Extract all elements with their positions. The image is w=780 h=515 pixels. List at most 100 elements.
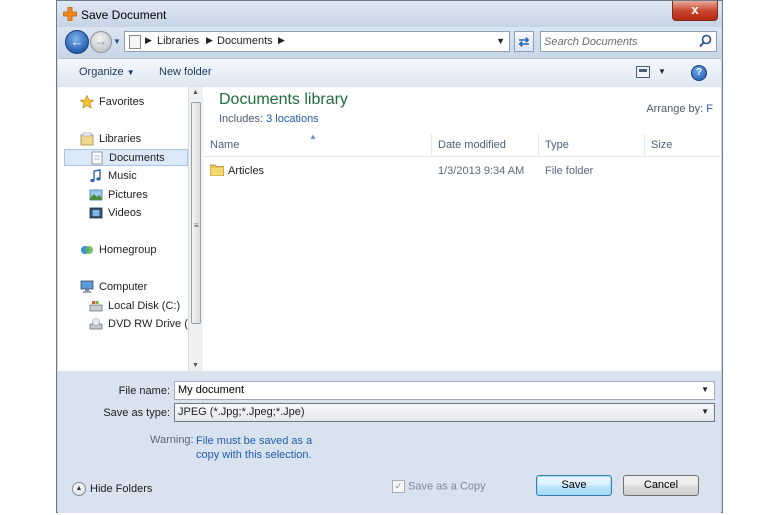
cancel-button[interactable]: Cancel [623,475,699,496]
arrange-by: Arrange by: F [646,103,713,115]
search-input[interactable] [544,34,692,49]
arrange-by-link[interactable]: F [706,103,713,115]
document-icon [91,151,103,165]
library-title: Documents library [219,91,348,108]
sidebar-item-libraries[interactable]: Libraries [80,131,141,148]
sidebar-item-computer[interactable]: Computer [80,279,147,296]
column-divider[interactable] [431,134,432,156]
library-icon [80,132,94,146]
chevron-down-icon: ▼ [126,68,135,77]
folder-icon [210,164,224,176]
hard-drive-icon [89,301,103,312]
save-as-type-select[interactable]: JPEG (*.Jpg;*.Jpeg;*.Jpe) ▼ [174,403,715,422]
file-type: File folder [545,165,594,177]
sidebar-item-documents[interactable]: Documents [64,149,188,166]
sidebar-item-label: Computer [99,281,148,293]
window-title: Save Document [81,8,167,22]
address-dropdown-icon[interactable]: ▼ [496,36,505,46]
computer-icon [80,280,94,294]
navigation-pane: Favorites Libraries Documents Music Pict… [58,87,188,371]
checkmark-icon: ✓ [392,480,405,493]
organize-label: Organize [79,66,124,78]
save-as-copy-label: Save as a Copy [408,480,486,493]
sidebar-item-label: Homegroup [99,244,157,256]
star-icon [80,95,94,109]
grip-icon: ≡ [194,221,199,230]
help-icon[interactable]: ? [691,65,707,81]
hide-folders-button[interactable]: ▲ Hide Folders [72,482,152,496]
breadcrumb-libraries[interactable]: Libraries [157,35,199,47]
breadcrumb-arrow-icon[interactable]: ▶ [206,35,213,46]
view-options-dropdown-icon[interactable]: ▼ [658,67,666,76]
includes-label: Includes: [219,113,264,125]
sidebar-item-label: Music [108,170,137,182]
browser-area: Favorites Libraries Documents Music Pict… [58,87,721,371]
app-icon [63,7,77,21]
scroll-down-icon[interactable]: ▼ [192,362,199,369]
search-icon[interactable] [699,34,712,48]
picture-icon [89,189,103,201]
forward-button[interactable]: → [90,31,112,53]
title-bar: Save Document x [57,1,722,27]
sidebar-item-favorites[interactable]: Favorites [80,94,144,111]
filename-label: File name: [118,385,170,397]
sidebar-item-label: Documents [109,152,165,164]
address-bar[interactable]: ▶ Libraries ▶ Documents ▶ ▼ [124,31,510,52]
sidebar-item-dvd-drive[interactable]: DVD RW Drive (D [89,316,188,333]
column-header-row: ▲ Name Date modified Type Size [204,132,721,157]
sidebar-item-pictures[interactable]: Pictures [89,187,148,204]
save-options-panel: File name: ▼ Save as type: JPEG (*.Jpg;*… [58,371,721,513]
save-as-copy-checkbox[interactable]: ✓ Save as a Copy [392,480,486,493]
breadcrumb-arrow-icon[interactable]: ▶ [278,35,285,46]
refresh-button[interactable]: ⇄ [514,31,534,52]
filename-field[interactable]: ▼ [174,381,715,400]
library-includes: Includes: 3 locations [219,113,319,125]
back-button[interactable]: ← [65,30,89,54]
document-folder-icon [129,35,141,49]
sidebar-item-music[interactable]: Music [89,168,137,185]
search-box[interactable] [540,31,717,52]
table-row[interactable]: Articles 1/3/2013 9:34 AM File folder [204,162,721,180]
hide-folders-label: Hide Folders [90,482,153,495]
column-header-date-modified[interactable]: Date modified [438,139,506,151]
dvd-drive-icon [89,318,103,330]
breadcrumb-documents[interactable]: Documents [217,35,273,47]
sidebar-item-label: Local Disk (C:) [108,300,181,312]
column-header-type[interactable]: Type [545,139,569,151]
file-list-pane: Documents library Includes: 3 locations … [204,87,721,371]
column-header-size[interactable]: Size [651,139,672,151]
warning-message: File must be saved as a copy with this s… [196,435,313,461]
close-icon: x [691,2,699,17]
scrollbar-thumb[interactable]: ≡ [191,102,201,324]
video-icon [89,207,103,219]
column-divider[interactable] [644,134,645,156]
organize-button[interactable]: Organize ▼ [79,66,135,78]
save-button[interactable]: Save [536,475,612,496]
scroll-up-icon[interactable]: ▲ [192,89,199,96]
recent-pages-dropdown[interactable]: ▼ [113,37,121,46]
sidebar-item-homegroup[interactable]: Homegroup [80,242,156,259]
close-button[interactable]: x [672,1,718,21]
locations-link[interactable]: 3 locations [266,113,319,125]
chevron-up-icon: ▲ [72,482,86,496]
arrange-label: Arrange by: [646,103,704,115]
column-divider[interactable] [538,134,539,156]
new-folder-button[interactable]: New folder [159,66,212,78]
arrow-left-icon: ← [70,34,84,49]
arrow-right-icon: → [95,34,107,48]
breadcrumb-arrow-icon[interactable]: ▶ [145,35,152,46]
chevron-down-icon[interactable]: ▼ [701,407,709,416]
navigation-pane-scrollbar[interactable]: ▲ ≡ ▼ [188,87,203,371]
save-dialog-window: Save Document x ← → ▼ ▶ Libraries ▶ Docu… [56,0,723,513]
save-as-type-label: Save as type: [103,407,170,419]
column-header-name[interactable]: Name [210,139,239,151]
save-as-type-value: JPEG (*.Jpg;*.Jpeg;*.Jpe) [178,406,305,418]
chevron-down-icon[interactable]: ▼ [701,385,709,394]
file-name: Articles [228,165,265,177]
chevron-down-icon: ▼ [113,37,121,46]
refresh-icon: ⇄ [518,34,530,49]
sidebar-item-videos[interactable]: Videos [89,205,141,222]
change-view-icon[interactable] [636,66,650,78]
sidebar-item-local-disk[interactable]: Local Disk (C:) [89,298,180,315]
filename-input[interactable] [178,384,698,396]
